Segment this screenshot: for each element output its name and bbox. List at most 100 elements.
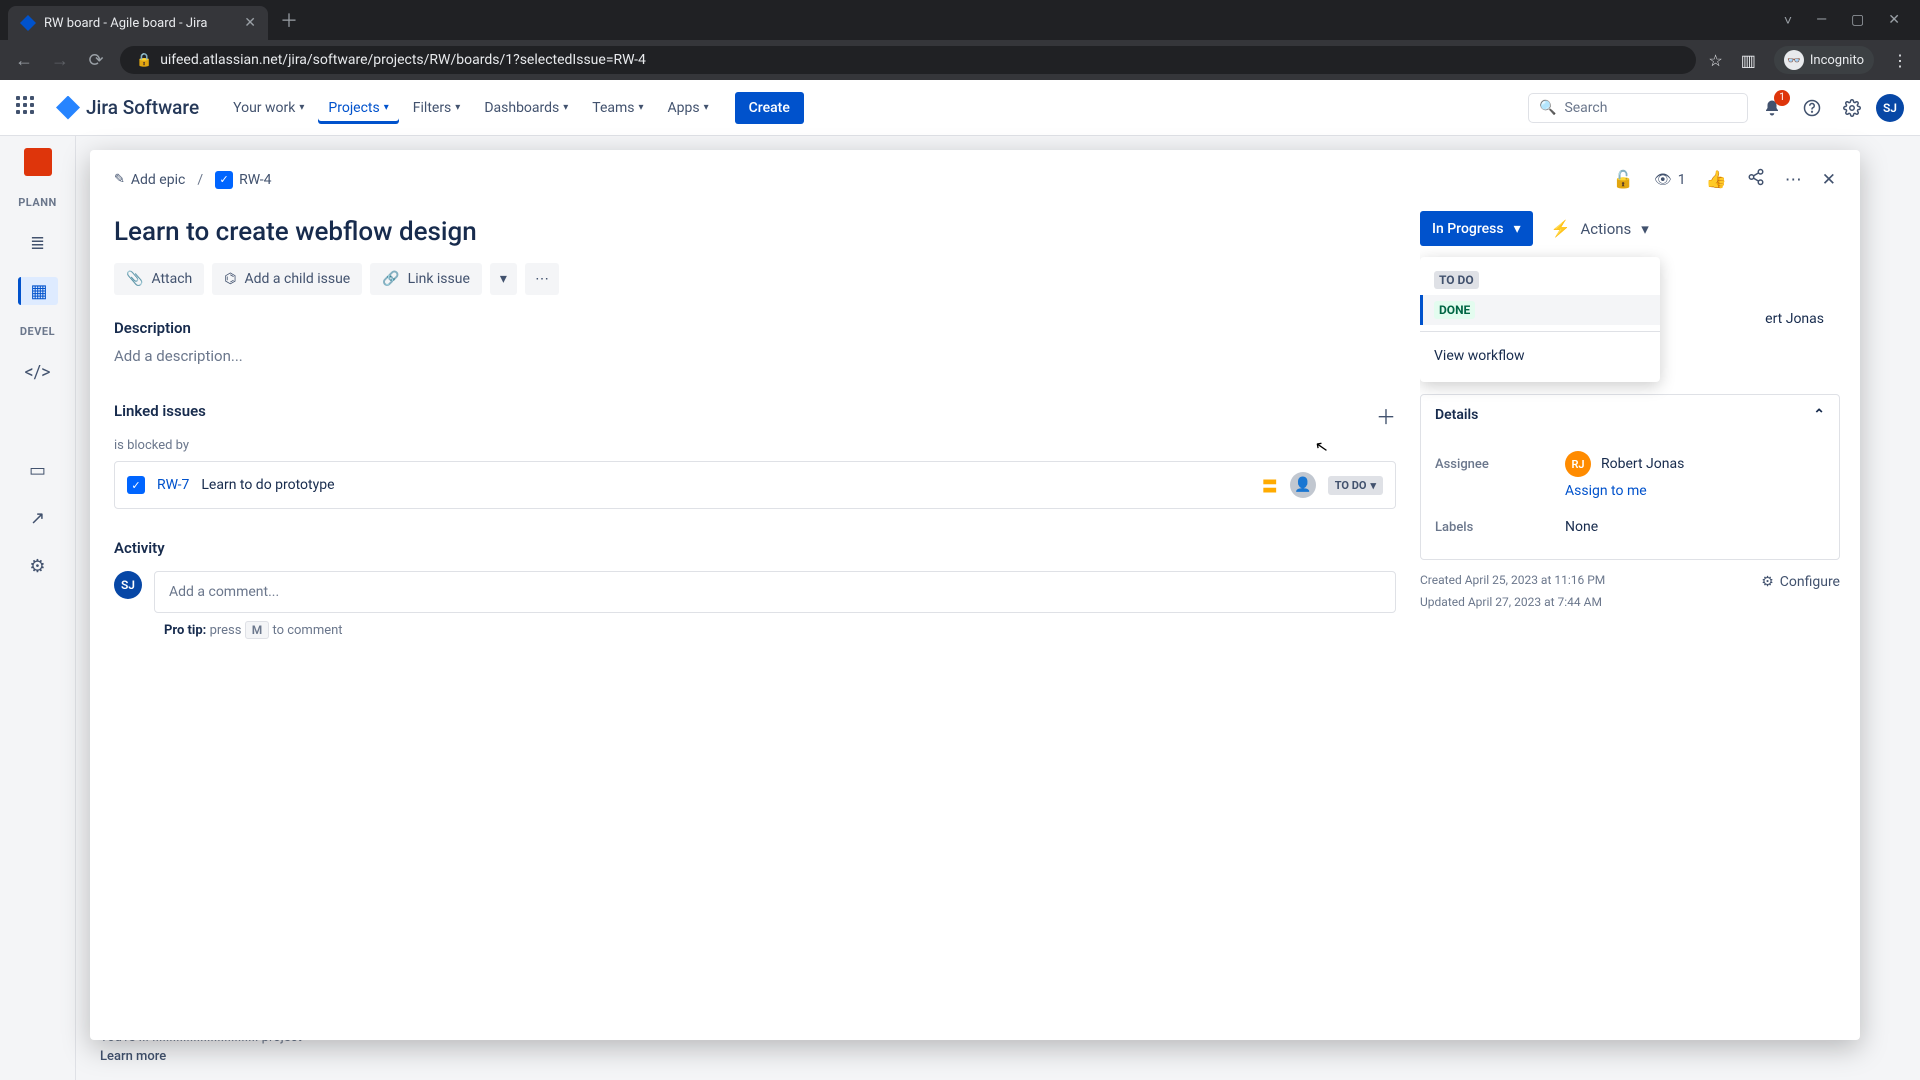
create-button[interactable]: Create	[735, 92, 804, 124]
project-settings-icon[interactable]: ⚙	[24, 552, 52, 580]
actions-menu-button[interactable]: ⚡ Actions ▾	[1547, 211, 1653, 246]
modal-left-column: Learn to create webflow design 📎 Attach …	[90, 201, 1420, 1040]
issue-key-link[interactable]: ✓ RW-4	[215, 171, 271, 189]
chevron-down-icon[interactable]: ˅	[1784, 12, 1792, 29]
configure-button[interactable]: ⚙ Configure	[1761, 570, 1840, 595]
more-actions-icon[interactable]: ⋯	[1785, 170, 1802, 190]
chevron-down-icon: ▾	[500, 271, 507, 287]
bookmark-icon[interactable]: ☆	[1708, 51, 1722, 70]
issue-title[interactable]: Learn to create webflow design	[114, 211, 1396, 263]
linked-issues-label: Linked issues	[114, 402, 206, 420]
url-field[interactable]: 🔒 uifeed.atlassian.net/jira/software/pro…	[120, 46, 1696, 74]
labels-field[interactable]: Labels None	[1435, 509, 1825, 545]
description-field[interactable]: Add a description...	[114, 347, 1396, 365]
add-epic-link[interactable]: ✎ Add epic	[114, 172, 185, 188]
watch-button[interactable]: 👁 1	[1654, 172, 1686, 188]
pages-icon[interactable]: ▭	[24, 456, 52, 484]
more-content-button[interactable]: ⋯	[525, 263, 559, 295]
assignee-field[interactable]: Assignee RJ Robert Jonas	[1435, 441, 1825, 487]
help-icon[interactable]	[1796, 92, 1828, 124]
status-option-todo[interactable]: TO DO	[1420, 265, 1660, 295]
profile-avatar[interactable]: SJ	[1876, 94, 1904, 122]
issue-modal: ✎ Add epic / ✓ RW-4 🔓 👁 1 👍 ⋯ ✕ Lear	[90, 150, 1860, 1040]
modal-right-column: In Progress ▾ ⚡ Actions ▾ TO DO DONE Vie…	[1420, 201, 1860, 1040]
jira-logo[interactable]: Jira Software	[56, 96, 199, 120]
incognito-label: Incognito	[1810, 53, 1864, 68]
code-icon[interactable]: </>	[24, 358, 52, 386]
chevron-down-icon: ▾	[563, 102, 568, 113]
browser-menu-icon[interactable]: ⋮	[1892, 51, 1908, 70]
tab-close-icon[interactable]: ✕	[244, 15, 256, 31]
linked-issue-card[interactable]: ✓ RW-7 Learn to do prototype 〓 👤 TO DO ▾	[114, 461, 1396, 509]
details-panel-header[interactable]: Details ⌃	[1421, 395, 1839, 435]
chevron-up-icon: ⌃	[1813, 407, 1825, 423]
comment-row: SJ Add a comment...	[114, 571, 1396, 613]
url-text: uifeed.atlassian.net/jira/software/proje…	[160, 52, 646, 68]
issue-actions: 📎 Attach ⌬ Add a child issue 🔗 Link issu…	[114, 263, 1396, 295]
nav-filters[interactable]: Filters▾	[403, 92, 471, 124]
chevron-down-icon: ▾	[1370, 479, 1376, 492]
nav-apps[interactable]: Apps▾	[658, 92, 719, 124]
assignee-label: Assignee	[1435, 457, 1565, 472]
attach-button[interactable]: 📎 Attach	[114, 263, 204, 295]
link-issue-button[interactable]: 🔗 Link issue	[370, 263, 482, 295]
extensions-icon[interactable]: ▥	[1741, 51, 1756, 70]
close-modal-icon[interactable]: ✕	[1822, 170, 1836, 190]
learn-more-link[interactable]: Learn more	[100, 1049, 302, 1064]
app-switcher-icon[interactable]	[16, 96, 40, 120]
reporter-name-partial: ert Jonas	[1765, 311, 1824, 327]
task-type-icon: ✓	[215, 171, 233, 189]
board-icon[interactable]: ▦	[18, 277, 58, 305]
maximize-button[interactable]: ▢	[1851, 12, 1864, 29]
search-input[interactable]: 🔍 Search	[1528, 93, 1748, 123]
add-child-issue-button[interactable]: ⌬ Add a child issue	[212, 263, 362, 295]
chevron-down-icon: ▾	[1514, 221, 1521, 237]
add-link-icon[interactable]: ＋	[1376, 401, 1396, 430]
priority-icon: 〓	[1262, 473, 1278, 497]
view-workflow-link[interactable]: View workflow	[1420, 338, 1660, 374]
settings-icon[interactable]	[1836, 92, 1868, 124]
back-button[interactable]: ←	[12, 50, 36, 71]
assign-to-me-link[interactable]: Assign to me	[1565, 483, 1825, 499]
link-dropdown-button[interactable]: ▾	[490, 263, 517, 295]
notifications-icon[interactable]: 1	[1756, 92, 1788, 124]
minimize-button[interactable]: ―	[1816, 12, 1827, 29]
status-dropdown-menu: TO DO DONE View workflow	[1420, 257, 1660, 382]
nav-your-work[interactable]: Your work▾	[223, 92, 314, 124]
new-tab-button[interactable]: ＋	[280, 7, 298, 33]
like-icon[interactable]: 👍	[1706, 170, 1727, 190]
timeline-icon[interactable]: ≣	[24, 229, 52, 257]
share-icon[interactable]	[1747, 168, 1765, 191]
linked-status-dropdown[interactable]: TO DO ▾	[1328, 476, 1383, 495]
comment-input[interactable]: Add a comment...	[154, 571, 1396, 613]
nav-projects[interactable]: Projects▾	[318, 92, 398, 124]
sidebar-label-planning: PLANN	[18, 196, 57, 209]
incognito-badge[interactable]: 👓 Incognito	[1774, 46, 1874, 74]
task-type-icon: ✓	[127, 476, 145, 494]
sidebar: PLANN ≣ ▦ DEVEL </> ▭ ↗ ⚙	[0, 136, 76, 1080]
close-window-button[interactable]: ✕	[1888, 12, 1900, 29]
status-option-done[interactable]: DONE	[1420, 295, 1660, 325]
status-dropdown-button[interactable]: In Progress ▾	[1420, 211, 1533, 246]
nav-dashboards[interactable]: Dashboards▾	[474, 92, 578, 124]
reload-button[interactable]: ⟳	[84, 50, 108, 71]
tab-title: RW board - Agile board - Jira	[44, 16, 236, 31]
created-timestamp: Created April 25, 2023 at 11:16 PM	[1420, 570, 1605, 592]
details-panel-body: Assignee RJ Robert Jonas Assign to me La…	[1421, 435, 1839, 559]
modal-header-actions: 🔓 👁 1 👍 ⋯ ✕	[1613, 168, 1836, 191]
project-icon[interactable]	[24, 148, 52, 176]
description-label: Description	[114, 319, 1396, 337]
shortcut-icon[interactable]: ↗	[24, 504, 52, 532]
link-icon: 🔗	[382, 271, 399, 287]
chevron-down-icon: ▾	[639, 102, 644, 113]
address-bar: ← → ⟳ 🔒 uifeed.atlassian.net/jira/softwa…	[0, 40, 1920, 80]
gear-icon: ⚙	[1761, 570, 1774, 595]
linked-issue-key: RW-7	[157, 477, 189, 493]
unlock-icon[interactable]: 🔓	[1613, 170, 1634, 190]
forward-button[interactable]: →	[48, 50, 72, 71]
browser-tab[interactable]: RW board - Agile board - Jira ✕	[8, 6, 268, 40]
updated-timestamp: Updated April 27, 2023 at 7:44 AM	[1420, 592, 1605, 614]
jira-header: Jira Software Your work▾ Projects▾ Filte…	[0, 80, 1920, 136]
nav-teams[interactable]: Teams▾	[582, 92, 653, 124]
unassigned-avatar: 👤	[1290, 472, 1316, 498]
